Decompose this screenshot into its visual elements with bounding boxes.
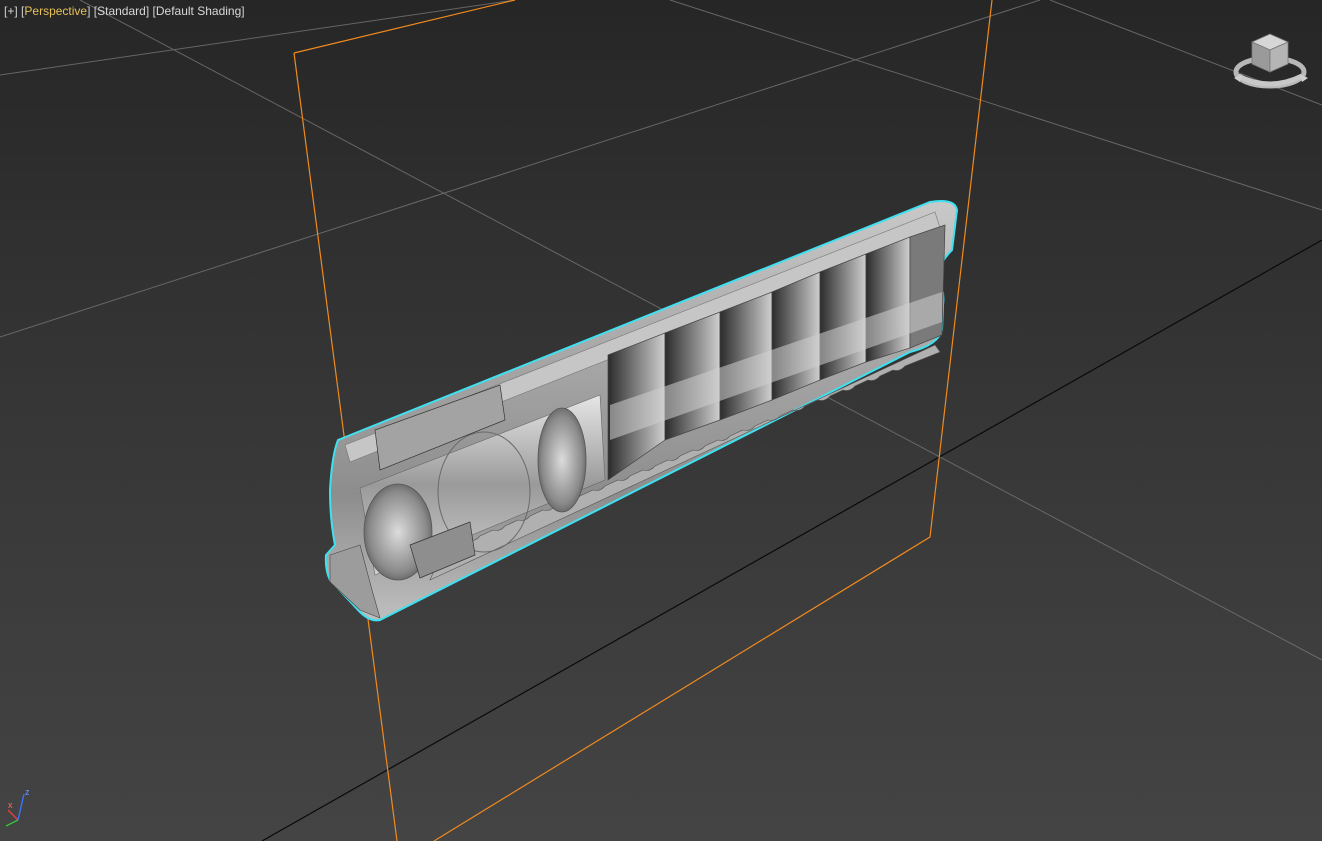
viewport-scene[interactable]: [0, 0, 1322, 841]
chamber-ring: [537, 407, 587, 513]
x-axis-label: x: [8, 800, 13, 810]
x-axis-line: [7, 809, 19, 821]
bracket: ]: [145, 4, 150, 18]
y-axis-line: [5, 819, 19, 827]
axis-tripod-icon: z x: [5, 787, 30, 827]
z-axis-label: z: [25, 787, 30, 797]
grid-line: [669, 0, 1322, 211]
z-axis-line: [17, 793, 25, 821]
perspective-viewport[interactable]: [+] [Perspective] [Standard] [Default Sh…: [0, 0, 1322, 841]
section-plane-top-edge: [293, 0, 516, 54]
suppressor-cutaway[interactable]: [324, 200, 959, 622]
viewport-style-label[interactable]: Standard: [97, 4, 146, 18]
viewport-label-bar: [+] [Perspective] [Standard] [Default Sh…: [4, 4, 245, 19]
view-type-label[interactable]: Perspective: [24, 4, 87, 18]
bracket: ]: [87, 4, 91, 18]
bracket: ]: [14, 4, 18, 18]
viewcube-icon[interactable]: [1230, 30, 1312, 94]
shading-mode-label[interactable]: Default Shading: [156, 4, 241, 18]
bracket: ]: [241, 4, 245, 18]
